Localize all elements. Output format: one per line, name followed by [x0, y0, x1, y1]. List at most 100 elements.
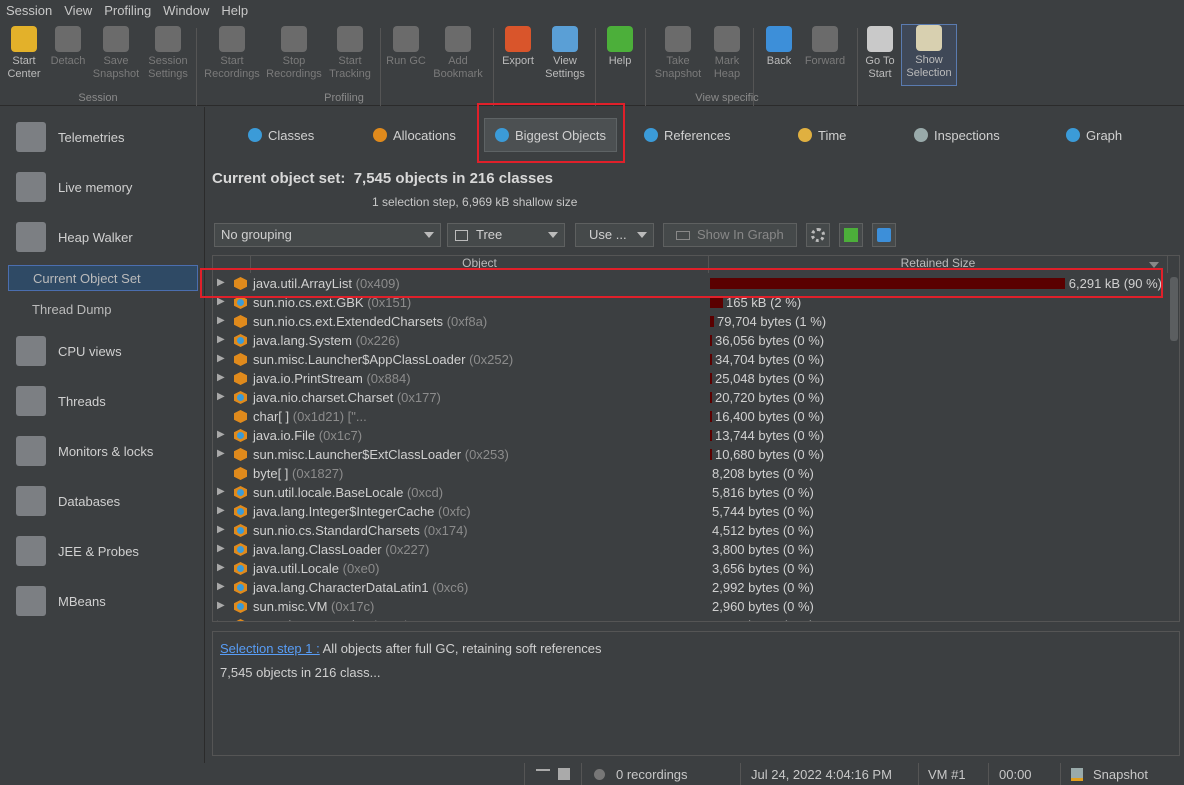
grouping-select[interactable]: No grouping — [214, 223, 441, 247]
start-recordings-button[interactable]: Start Recordings — [204, 26, 260, 81]
use-button[interactable]: Use ... — [575, 223, 654, 247]
expand-arrow-icon[interactable]: ▶ — [217, 448, 225, 459]
tracking-icon — [337, 26, 363, 52]
table-row[interactable]: ▶ java.lang.System (0x226) 36,056 bytes (0… — [213, 331, 1168, 350]
retained-size-value: 5,816 bytes (0 %) — [712, 485, 814, 500]
expand-arrow-icon[interactable]: ▶ — [217, 562, 225, 573]
classes-icon — [248, 128, 262, 142]
tab-classes[interactable]: Classes — [248, 118, 314, 152]
help-button[interactable]: Help — [592, 26, 648, 68]
save-snapshot-button[interactable]: Save Snapshot — [88, 26, 144, 81]
run-gc-button[interactable]: Run GC — [378, 26, 434, 68]
go-to-start-button[interactable]: Go To Start — [852, 26, 908, 81]
toggle-icon[interactable] — [536, 769, 550, 781]
table-row[interactable]: ▶ java.lang.Integer$IntegerCache (0xfc) 5,… — [213, 502, 1168, 521]
scrollbar-thumb[interactable] — [1170, 277, 1178, 341]
expand-arrow-icon[interactable]: ▶ — [217, 600, 225, 611]
expand-arrow-icon[interactable]: ▶ — [217, 429, 225, 440]
retained-size-bar — [710, 430, 712, 441]
table-row[interactable]: ▶ sun.misc.Launcher$AppClassLoader (0x252… — [213, 350, 1168, 369]
show-selection-button[interactable]: Show Selection — [901, 24, 957, 86]
status-bar: 0 recordings Jul 24, 2022 4:04:16 PM VM … — [0, 763, 1184, 785]
tab-graph[interactable]: Graph — [1066, 118, 1122, 152]
take-snapshot-button[interactable]: Take Snapshot — [650, 26, 706, 81]
button-label: Run GC — [386, 55, 426, 67]
retained-size-value: 79,704 bytes (1 %) — [717, 314, 827, 329]
tab-allocations[interactable]: Allocations — [373, 118, 456, 152]
table-row[interactable]: ▶ java.io.PrintStream (0x884) 25,048 bytes… — [213, 369, 1168, 388]
forward-button[interactable]: Forward — [797, 26, 853, 68]
table-row[interactable]: ▶ sun.util.locale.BaseLocale (0xcd) 5,816 … — [213, 483, 1168, 502]
sidebar-subitem-thread-dump[interactable]: Thread Dump — [8, 297, 198, 323]
sidebar-item-monitors-locks[interactable]: Monitors & locks — [16, 436, 153, 466]
object-id: (0xcd) — [406, 485, 444, 500]
table-row[interactable]: ▶ sun.nio.cs.StandardCharsets (0x174) 4,51… — [213, 521, 1168, 540]
sidebar-item-label: Telemetries — [58, 129, 125, 145]
menu-window[interactable]: Window — [157, 0, 215, 22]
table-row[interactable]: ▶ java.io.File (0x1c7) 13,744 bytes (0 %) — [213, 426, 1168, 445]
sidebar-item-label: Live memory — [58, 179, 133, 195]
expand-arrow-icon[interactable]: ▶ — [217, 619, 225, 621]
clock-icon — [798, 128, 812, 142]
sidebar-item-label: CPU views — [58, 343, 122, 359]
sidebar-subitem-current-object-set[interactable]: Current Object Set — [8, 265, 198, 291]
mark-heap-button[interactable]: Mark Heap — [699, 26, 755, 81]
menu-session[interactable]: Session — [0, 0, 58, 22]
export-view-button[interactable] — [839, 223, 863, 247]
sidebar-item-jee-probes[interactable]: JEE & Probes — [16, 536, 139, 566]
button-label: Save Snapshot — [92, 55, 140, 80]
expand-arrow-icon[interactable]: ▶ — [217, 524, 225, 535]
sidebar-item-heap-walker[interactable]: Heap Walker — [16, 222, 133, 252]
view-settings-button[interactable]: View Settings — [537, 26, 593, 81]
menu-profiling[interactable]: Profiling — [98, 0, 157, 22]
table-row[interactable]: ▶ java.util.Locale (0xe0) 3,656 bytes (0 %… — [213, 559, 1168, 578]
table-row[interactable]: ▶ sun.misc.VM (0x17c) 2,960 bytes (0 %) — [213, 597, 1168, 616]
sidebar-item-mbeans[interactable]: MBeans — [16, 586, 106, 616]
sidebar-item-cpu-views[interactable]: CPU views — [16, 336, 122, 366]
toolbar-separator — [645, 28, 646, 106]
session-settings-button[interactable]: Session Settings — [140, 26, 196, 81]
add-bookmark-button[interactable]: Add Bookmark — [430, 26, 486, 81]
stop-recordings-button[interactable]: Stop Recordings — [266, 26, 322, 81]
tab-references[interactable]: References — [644, 118, 730, 152]
tab-time[interactable]: Time — [798, 118, 846, 152]
retained-size-value: 16,400 bytes (0 %) — [715, 409, 825, 424]
table-row[interactable]: char[ ] (0x1d21) ["... 16,400 bytes (0 %) — [213, 407, 1168, 426]
table-row[interactable]: ▶ java.lang.ClassLoader (0x227) 3,800 byte… — [213, 540, 1168, 559]
selection-step-link[interactable]: Selection step 1 : — [220, 641, 320, 656]
table-row[interactable]: ▶ java.lang.CharacterDataLatin1 (0xc6) 2,9… — [213, 578, 1168, 597]
table-row[interactable]: ▶ sun.misc.MetaIndex (0xe8) 2,824 bytes (0… — [213, 616, 1168, 621]
start-tracking-button[interactable]: Start Tracking — [322, 26, 378, 81]
expand-arrow-icon[interactable]: ▶ — [217, 391, 225, 402]
view-mode-select[interactable]: Tree — [447, 223, 565, 247]
sidebar-item-telemetries[interactable]: Telemetries — [16, 122, 124, 152]
expand-arrow-icon[interactable]: ▶ — [217, 486, 225, 497]
pin-icon — [714, 26, 740, 52]
table-row[interactable]: ▶ java.nio.charset.Charset (0x177) 20,720 … — [213, 388, 1168, 407]
settings-button[interactable] — [806, 223, 830, 247]
vertical-scrollbar[interactable] — [1168, 273, 1179, 621]
sidebar-item-threads[interactable]: Threads — [16, 386, 106, 416]
expand-arrow-icon[interactable]: ▶ — [217, 543, 225, 554]
object-icon — [234, 315, 247, 328]
tab-inspections[interactable]: Inspections — [914, 118, 1000, 152]
expand-arrow-icon[interactable]: ▶ — [217, 353, 225, 364]
show-in-graph-button[interactable]: Show In Graph — [663, 223, 797, 247]
info-icon — [877, 228, 891, 242]
expand-arrow-icon[interactable]: ▶ — [217, 505, 225, 516]
table-row[interactable]: ▶ sun.misc.Launcher$ExtClassLoader (0x253… — [213, 445, 1168, 464]
object-set-title: Current object set: 7,545 objects in 216… — [212, 170, 553, 187]
recycle-icon — [393, 26, 419, 52]
flag-icon[interactable] — [558, 768, 570, 780]
sidebar-item-databases[interactable]: Databases — [16, 486, 120, 516]
expand-arrow-icon[interactable]: ▶ — [217, 334, 225, 345]
sidebar-item-live-memory[interactable]: Live memory — [16, 172, 132, 202]
table-row[interactable]: ▶ sun.nio.cs.ext.ExtendedCharsets (0xf8a)… — [213, 312, 1168, 331]
expand-arrow-icon[interactable]: ▶ — [217, 581, 225, 592]
expand-arrow-icon[interactable]: ▶ — [217, 372, 225, 383]
info-button[interactable] — [872, 223, 896, 247]
menu-view[interactable]: View — [58, 0, 98, 22]
menu-help[interactable]: Help — [215, 0, 254, 22]
expand-arrow-icon[interactable]: ▶ — [217, 315, 225, 326]
table-row[interactable]: byte[ ] (0x1827) 8,208 bytes (0 %) — [213, 464, 1168, 483]
